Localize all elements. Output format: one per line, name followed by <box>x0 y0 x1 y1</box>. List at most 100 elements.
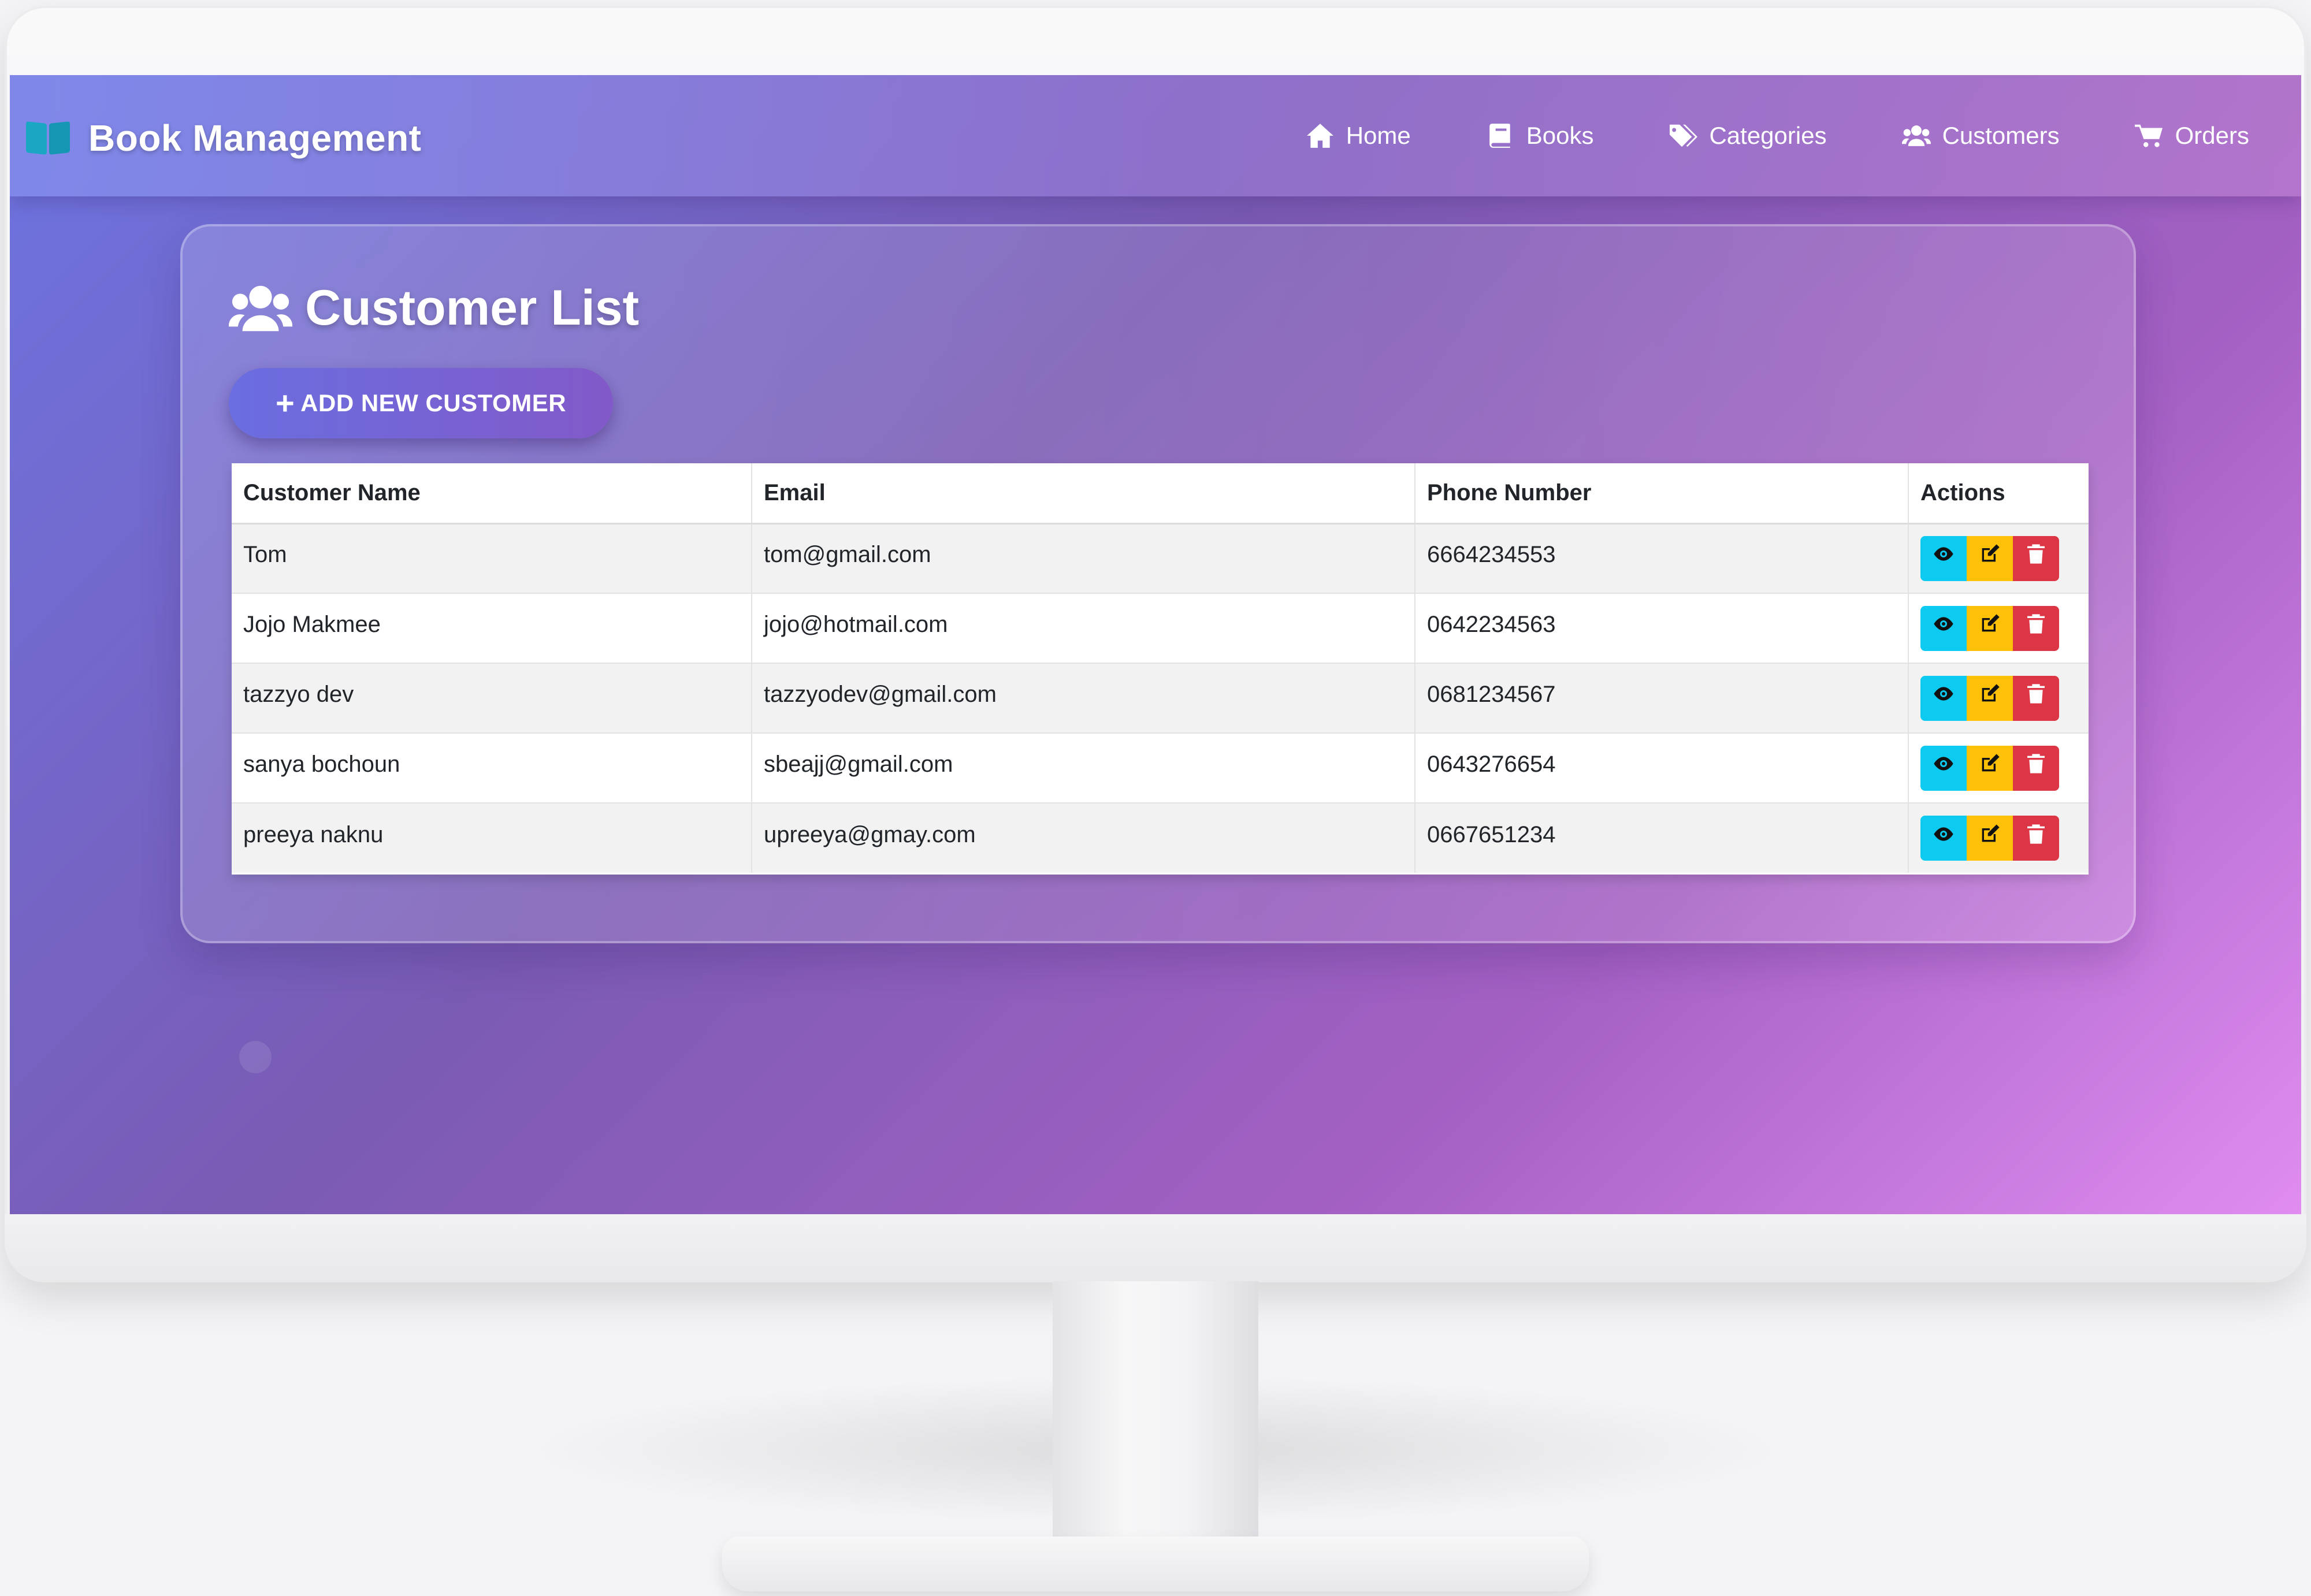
header-actions: Actions <box>1908 463 2089 524</box>
cell-customer-name: sanya bochoun <box>232 732 752 803</box>
monitor-chin <box>5 1214 2306 1282</box>
add-customer-label: ADD NEW CUSTOMER <box>300 389 567 416</box>
edit-button[interactable] <box>1967 675 2013 721</box>
edit-icon <box>1978 752 2001 777</box>
cell-customer-name: tazzyo dev <box>232 663 752 733</box>
users-icon <box>229 285 292 331</box>
row-actions <box>1920 675 2077 721</box>
customer-email: tom@gmail.com <box>764 542 931 568</box>
header-email: Email <box>751 463 1415 524</box>
customer-phone: 0642234563 <box>1427 612 1556 637</box>
customer-phone: 0681234567 <box>1427 682 1556 707</box>
cell-actions <box>1908 802 2089 873</box>
customer-name: Tom <box>243 542 287 568</box>
edit-icon <box>1978 612 2001 637</box>
screen: Book Management Home Books Categories Cu… <box>10 75 2301 1214</box>
navbar: Book Management Home Books Categories Cu… <box>10 75 2301 196</box>
view-button[interactable] <box>1920 675 1967 721</box>
cell-phone: 6664234553 <box>1414 523 1908 593</box>
view-button[interactable] <box>1920 745 1967 791</box>
customer-name: preeya naknu <box>243 821 384 847</box>
book-open-icon <box>26 120 70 156</box>
table-row: preeya naknu upreeya@gmay.com 0667651234 <box>232 802 2089 873</box>
trash-icon <box>2024 542 2048 567</box>
delete-button[interactable] <box>2013 605 2059 651</box>
edit-button[interactable] <box>1967 535 2013 581</box>
customer-name: sanya bochoun <box>243 752 400 777</box>
add-customer-button[interactable]: + ADD NEW CUSTOMER <box>229 368 613 438</box>
eye-icon <box>1932 682 1955 707</box>
customer-email: upreeya@gmay.com <box>764 821 976 847</box>
row-actions <box>1920 535 2077 581</box>
page-title: Customer List <box>229 280 639 337</box>
cell-phone: 0667651234 <box>1414 802 1908 873</box>
view-button[interactable] <box>1920 535 1967 581</box>
view-button[interactable] <box>1920 816 1967 861</box>
monitor-stand <box>1053 1281 1258 1564</box>
book-icon <box>1489 124 1510 148</box>
customer-email: tazzyodev@gmail.com <box>764 682 997 707</box>
nav-item-categories[interactable]: Categories <box>1669 122 1827 150</box>
nav-item-customers[interactable]: Customers <box>1901 122 2060 150</box>
edit-icon <box>1978 823 2001 847</box>
trash-icon <box>2024 752 2048 777</box>
customer-phone: 6664234553 <box>1427 542 1556 568</box>
cell-email: sbeajj@gmail.com <box>751 732 1415 803</box>
nav-item-label: Customers <box>1942 122 2060 149</box>
cell-phone: 0642234563 <box>1414 593 1908 663</box>
cell-phone: 0681234567 <box>1414 663 1908 733</box>
header-customer-name: Customer Name <box>232 463 752 524</box>
table-row: Jojo Makmee jojo@hotmail.com 0642234563 <box>232 593 2089 663</box>
row-actions <box>1920 745 2077 791</box>
nav-item-orders[interactable]: Orders <box>2134 122 2249 150</box>
monitor-base <box>722 1537 1589 1591</box>
customer-phone: 0643276654 <box>1427 752 1556 777</box>
delete-button[interactable] <box>2013 816 2059 861</box>
delete-button[interactable] <box>2013 745 2059 791</box>
cell-phone: 0643276654 <box>1414 732 1908 803</box>
nav-item-label: Categories <box>1709 122 1827 149</box>
cell-actions <box>1908 523 2089 593</box>
nav-item-label: Books <box>1526 122 1594 149</box>
plus-icon: + <box>275 385 295 421</box>
table-row: sanya bochoun sbeajj@gmail.com 0643276654 <box>232 732 2089 803</box>
edit-icon <box>1978 682 2001 707</box>
customer-email: sbeajj@gmail.com <box>764 752 953 777</box>
edit-button[interactable] <box>1967 745 2013 791</box>
cell-email: upreeya@gmay.com <box>751 802 1415 873</box>
view-button[interactable] <box>1920 605 1967 651</box>
eye-icon <box>1932 612 1955 637</box>
edit-icon <box>1978 542 2001 567</box>
nav-item-label: Orders <box>2175 122 2249 149</box>
table-header-row: Customer Name Email Phone Number Actions <box>232 463 2089 524</box>
row-actions <box>1920 605 2077 651</box>
table-row: Tom tom@gmail.com 6664234553 <box>232 523 2089 593</box>
nav-item-label: Home <box>1346 122 1411 149</box>
tags-icon <box>1670 124 1698 147</box>
nav-item-home[interactable]: Home <box>1306 122 1411 150</box>
customer-name: Jojo Makmee <box>243 612 381 637</box>
header-phone: Phone Number <box>1414 463 1908 524</box>
cell-customer-name: preeya naknu <box>232 802 752 873</box>
delete-button[interactable] <box>2013 675 2059 721</box>
cell-customer-name: Jojo Makmee <box>232 593 752 663</box>
cell-email: tazzyodev@gmail.com <box>751 663 1415 733</box>
edit-button[interactable] <box>1967 605 2013 651</box>
cell-actions <box>1908 732 2089 803</box>
trash-icon <box>2024 823 2048 847</box>
nav-item-books[interactable]: Books <box>1486 122 1594 150</box>
customer-name: tazzyo dev <box>243 682 354 707</box>
nav-links: Home Books Categories Customers Orders <box>1306 75 2249 196</box>
brand[interactable]: Book Management <box>26 117 421 159</box>
customer-card: Customer List + ADD NEW CUSTOMER Custome… <box>180 224 2136 943</box>
cart-icon <box>2134 124 2163 147</box>
cell-customer-name: Tom <box>232 523 752 593</box>
decorative-dot <box>239 1041 272 1073</box>
delete-button[interactable] <box>2013 535 2059 581</box>
users-icon <box>1901 125 1931 146</box>
page-title-text: Customer List <box>305 280 640 336</box>
table-row: tazzyo dev tazzyodev@gmail.com 0681234567 <box>232 663 2089 733</box>
trash-icon <box>2024 682 2048 707</box>
edit-button[interactable] <box>1967 816 2013 861</box>
cell-email: tom@gmail.com <box>751 523 1415 593</box>
